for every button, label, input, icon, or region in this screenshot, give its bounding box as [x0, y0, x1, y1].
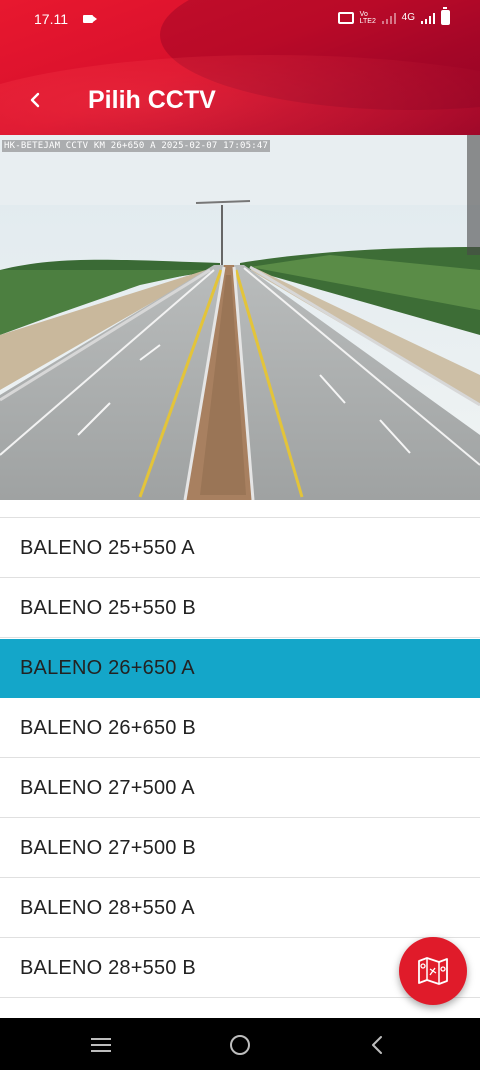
list-item-label: BALENO 27+500 B — [20, 837, 196, 859]
camera-image — [0, 135, 480, 500]
chevron-left-icon — [30, 92, 40, 108]
list-item[interactable]: BALENO 27+500 B — [0, 819, 480, 878]
list-item[interactable]: BALENO 25+550 B — [0, 579, 480, 638]
battery-icon — [441, 7, 450, 25]
signal-sim2-icon — [381, 12, 396, 24]
app-header: 17.11 Vo LTE2 4G Pilih CCTV — [0, 0, 480, 135]
home-icon — [230, 1035, 250, 1055]
system-back-button[interactable] — [365, 1032, 391, 1058]
home-button[interactable] — [227, 1032, 253, 1058]
status-time: 17.11 — [34, 11, 68, 27]
status-icons: Vo LTE2 4G — [337, 7, 450, 25]
camera-overlay-text: HK-BETEJAM CCTV KM 26+650 A 2025-02-07 1… — [2, 140, 271, 152]
system-nav-bar — [0, 1018, 480, 1070]
header-wave — [0, 55, 480, 135]
status-bar: 17.11 Vo LTE2 4G — [0, 0, 480, 40]
list-item-label: BALENO 26+650 B — [20, 717, 196, 739]
list-item-label: BALENO 25+550 A — [20, 537, 195, 559]
map-button[interactable] — [399, 937, 467, 1005]
map-icon — [418, 957, 448, 985]
list-item[interactable]: BALENO 27+500 A — [0, 759, 480, 818]
list-item — [0, 500, 480, 518]
volte-label: Vo LTE2 — [359, 10, 376, 25]
back-button[interactable] — [22, 86, 50, 114]
cctv-list[interactable]: BALENO 25+550 A BALENO 25+550 B BALENO 26+… — [0, 500, 480, 1018]
list-item-label: BALENO 28+550 A — [20, 897, 195, 919]
back-icon — [372, 1036, 382, 1054]
menu-icon — [91, 1038, 111, 1052]
list-item-label: BALENO 28+550 B — [20, 957, 196, 979]
cast-icon — [337, 11, 354, 24]
list-item[interactable]: BALENO 28+550 A — [0, 879, 480, 938]
screen-record-icon — [83, 15, 97, 23]
signal-sim1-icon — [421, 12, 435, 24]
network-type-label: 4G — [401, 12, 415, 23]
list-item[interactable]: BALENO 26+650 A — [0, 639, 480, 698]
list-item[interactable]: BALENO 26+650 B — [0, 699, 480, 758]
list-item-label: BALENO 27+500 A — [20, 777, 195, 799]
recent-apps-button[interactable] — [88, 1032, 114, 1058]
page-title: Pilih CCTV — [88, 86, 216, 114]
cctv-video-feed[interactable]: HK-BETEJAM CCTV KM 26+650 A 2025-02-07 1… — [0, 135, 480, 500]
list-item[interactable]: BALENO 25+550 A — [0, 519, 480, 578]
list-item-label: BALENO 25+550 B — [20, 597, 196, 619]
list-item-label: BALENO 26+650 A — [20, 657, 195, 679]
